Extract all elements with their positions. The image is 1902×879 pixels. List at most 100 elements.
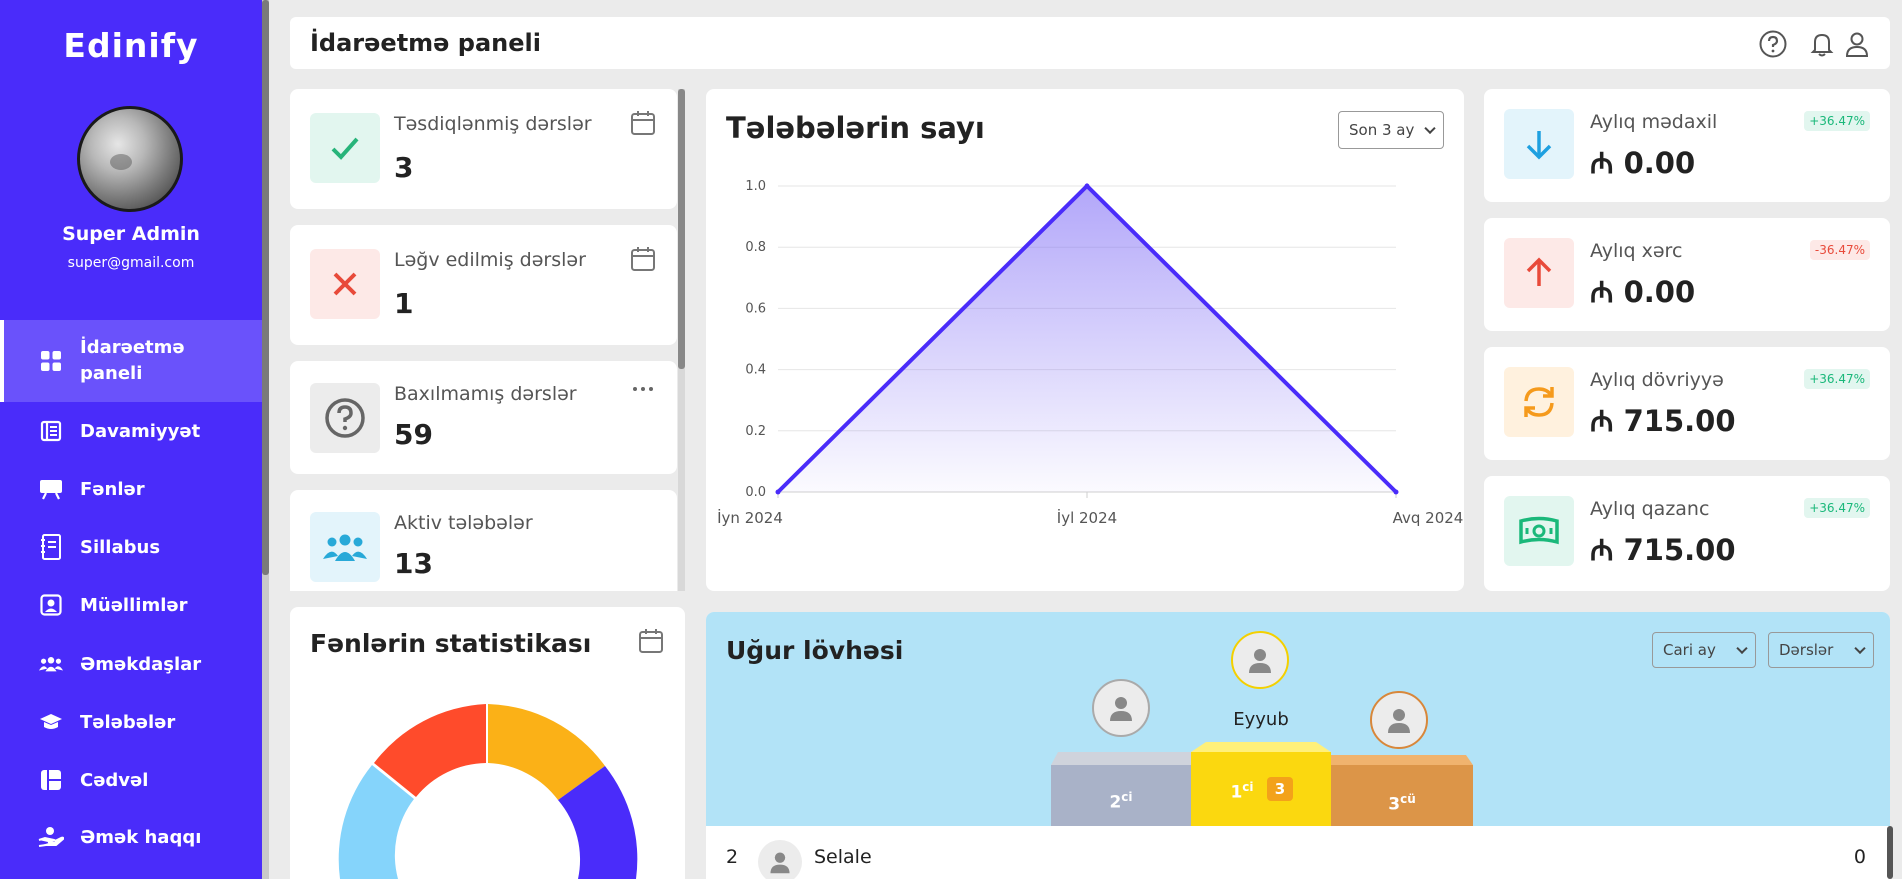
finance-value: ₼ 715.00 [1590,533,1736,567]
teacher-card-icon [38,594,64,616]
x-tick-label: İyn 2024 [717,508,783,527]
sidebar-item-employees[interactable]: Əməkdaşlar [0,649,262,679]
stat-value: 13 [394,547,433,580]
page-title: İdarəetmə paneli [310,29,541,57]
change-badge: -36.47% [1809,240,1870,260]
leaderboard-card: Uğur lövhəsi Cari ay Dərslər Eyyub 2ci 1… [706,612,1890,879]
refresh-icon [1504,367,1574,437]
money-icon [1504,496,1574,566]
finance-label: Aylıq xərc [1590,240,1683,262]
more-dots-icon[interactable] [629,375,657,403]
sidebar-item-label: Əməkdaşlar [80,653,202,675]
sidebar-item-schedule[interactable]: Cədvəl [0,765,262,795]
stat-label: Aktiv tələbələr [394,512,533,534]
data-point[interactable] [1084,183,1090,189]
stats-scrollbar[interactable] [678,89,685,591]
calendar-icon[interactable] [629,109,657,137]
schedule-table-icon [38,769,64,791]
students-count-chart: 0.0 0.2 0.4 0.6 0.8 1.0 İyn 2024 İyl 2024 Avq 20… [717,179,1464,527]
second-place-label: 2ci [1109,790,1133,813]
finance-card-income[interactable]: Aylıq mədaxil ₼ 0.00 +36.47% [1484,89,1890,202]
sidebar-item-label: Sillabus [80,536,161,558]
arrow-up-icon [1504,238,1574,308]
finance-card-expense[interactable]: Aylıq xərc ₼ 0.00 -36.47% [1484,218,1890,331]
help-icon[interactable] [1758,29,1788,59]
finance-label: Aylıq mədaxil [1590,111,1718,133]
user-icon[interactable] [1842,29,1872,59]
podium-area: Uğur lövhəsi Cari ay Dərslər Eyyub 2ci 1… [706,612,1890,826]
attendance-book-icon [38,420,64,442]
students-count-chart-card: Tələbələrin sayı Son 3 ay 0.0 0.2 0.4 0.6 0.… [706,89,1464,591]
sidebar-item-label: İdarəetmə paneli [80,337,185,384]
sidebar-item-attendance[interactable]: Davamiyyət [0,416,262,446]
table-row[interactable]: 2 Selale 0 [706,834,1890,879]
scrollbar-thumb[interactable] [262,0,269,575]
bell-icon[interactable] [1807,29,1837,59]
data-point[interactable] [775,489,781,495]
check-icon [310,113,380,183]
finance-card-turnover[interactable]: Aylıq dövriyyə ₼ 715.00 +36.47% [1484,347,1890,460]
sidebar-item-label: Davamiyyət [80,420,201,442]
row-score: 0 [1853,846,1866,868]
students-group-icon [310,512,380,582]
y-tick-label: 0.0 [745,485,766,500]
dashboard-grid-icon [38,350,64,372]
salary-hand-icon [38,826,64,848]
question-icon [310,383,380,453]
cross-icon [310,249,380,319]
scrollbar-thumb[interactable] [678,89,685,369]
sidebar-item-label: Fənlər [80,478,145,500]
y-tick-label: 0.4 [745,363,766,378]
sidebar-item-salary[interactable]: Əmək haqqı [0,822,262,852]
stat-value: 59 [394,418,433,451]
stat-label: Baxılmamış dərslər [394,383,577,405]
sidebar-item-label: Tələbələr [80,711,176,733]
stat-card-active-students[interactable]: Aktiv tələbələr 13 [290,490,677,591]
app-logo[interactable]: Edinify [0,26,262,65]
leaderboard-scrollbar[interactable] [1887,826,1893,879]
syllabus-notebook-icon [38,534,64,560]
data-point[interactable] [1393,489,1399,495]
stat-label: Ləğv edilmiş dərslər [394,249,586,271]
finance-card-profit[interactable]: Aylıq qazanc ₼ 715.00 +36.47% [1484,476,1890,591]
stat-card-unreviewed[interactable]: Baxılmamış dərslər 59 [290,361,677,474]
sidebar-item-dashboard[interactable]: İdarəetmə paneli [0,320,262,402]
sidebar-item-students[interactable]: Tələbələr [0,707,262,737]
sidebar-item-syllabus[interactable]: Sillabus [0,532,262,562]
finance-value: ₼ 0.00 [1590,275,1696,309]
change-badge: +36.47% [1804,111,1870,131]
calendar-icon[interactable] [629,245,657,273]
subjects-board-icon [38,478,64,500]
stat-value: 3 [394,151,414,184]
first-place-score-badge: 3 [1267,777,1293,801]
y-tick-label: 0.6 [745,301,766,316]
stat-value: 1 [394,287,414,320]
user-icon [770,852,790,874]
subjects-stats-card: Fənlərin statistikası [290,607,685,879]
series-area [778,186,1396,492]
stat-label: Təsdiqlənmiş dərslər [394,113,592,135]
employees-group-icon [38,653,64,675]
podium [1051,742,1473,826]
change-badge: +36.47% [1804,498,1870,518]
finance-label: Aylıq qazanc [1590,498,1710,520]
y-tick-label: 1.0 [745,179,766,194]
avatar[interactable] [77,106,183,212]
sidebar-item-label: Əmək haqqı [80,826,202,848]
user-email: super@gmail.com [67,255,195,271]
stat-card-cancelled[interactable]: Ləğv edilmiş dərslər 1 [290,225,677,345]
x-tick-label: İyl 2024 [1057,508,1117,527]
finance-value: ₼ 0.00 [1590,146,1696,180]
stat-card-approved[interactable]: Təsdiqlənmiş dərslər 3 [290,89,677,209]
sidebar-item-subjects[interactable]: Fənlər [0,474,262,504]
sidebar-scrollbar[interactable] [262,0,269,879]
sidebar-item-label: Cədvəl [80,769,149,791]
arrow-down-icon [1504,109,1574,179]
subjects-donut-chart [338,704,638,879]
row-rank: 2 [726,846,739,868]
sidebar-item-teachers[interactable]: Müəllimlər [0,590,262,620]
change-badge: +36.47% [1804,369,1870,389]
sidebar-item-label: Müəllimlər [80,594,188,616]
x-tick-label: Avq 2024 [1393,509,1464,527]
first-place-label: 1ci [1230,780,1254,803]
